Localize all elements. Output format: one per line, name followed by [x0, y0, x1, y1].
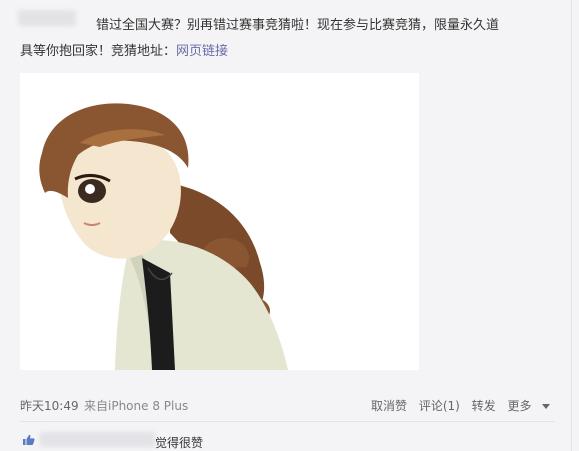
unlike-button[interactable]: 取消赞	[371, 399, 407, 413]
post-text: 错过全国大赛？别再错过赛事竞猜啦！现在参与比赛竞猜，限量永久道 具等你抱回家！竞…	[20, 13, 555, 65]
forward-button[interactable]: 转发	[472, 399, 496, 413]
thumbs-up-icon	[23, 434, 35, 445]
feed-post-card: 错过全国大赛？别再错过赛事竞猜啦！现在参与比赛竞猜，限量永久道 具等你抱回家！竞…	[0, 0, 572, 451]
character-illustration	[39, 103, 288, 370]
post-text-line1: 错过全国大赛？别再错过赛事竞猜啦！现在参与比赛竞猜，限量永久道	[96, 18, 500, 33]
comment-button[interactable]: 评论(1)	[419, 399, 460, 413]
chevron-down-icon	[541, 404, 550, 409]
post-actions: 取消赞 评论(1) 转发 更多	[371, 397, 566, 414]
post-source: 来自iPhone 8 Plus	[84, 399, 189, 413]
post-image[interactable]	[20, 73, 419, 370]
more-button[interactable]: 更多	[508, 399, 558, 413]
post-time[interactable]: 昨天10:49	[20, 397, 79, 414]
web-link[interactable]: 网页链接	[176, 44, 228, 59]
post-text-line2: 具等你抱回家！竞猜地址：	[20, 44, 177, 59]
more-label: 更多	[507, 399, 532, 413]
likes-text: 觉得很赞	[155, 436, 204, 450]
divider	[20, 421, 555, 422]
redacted-likers	[40, 432, 155, 447]
